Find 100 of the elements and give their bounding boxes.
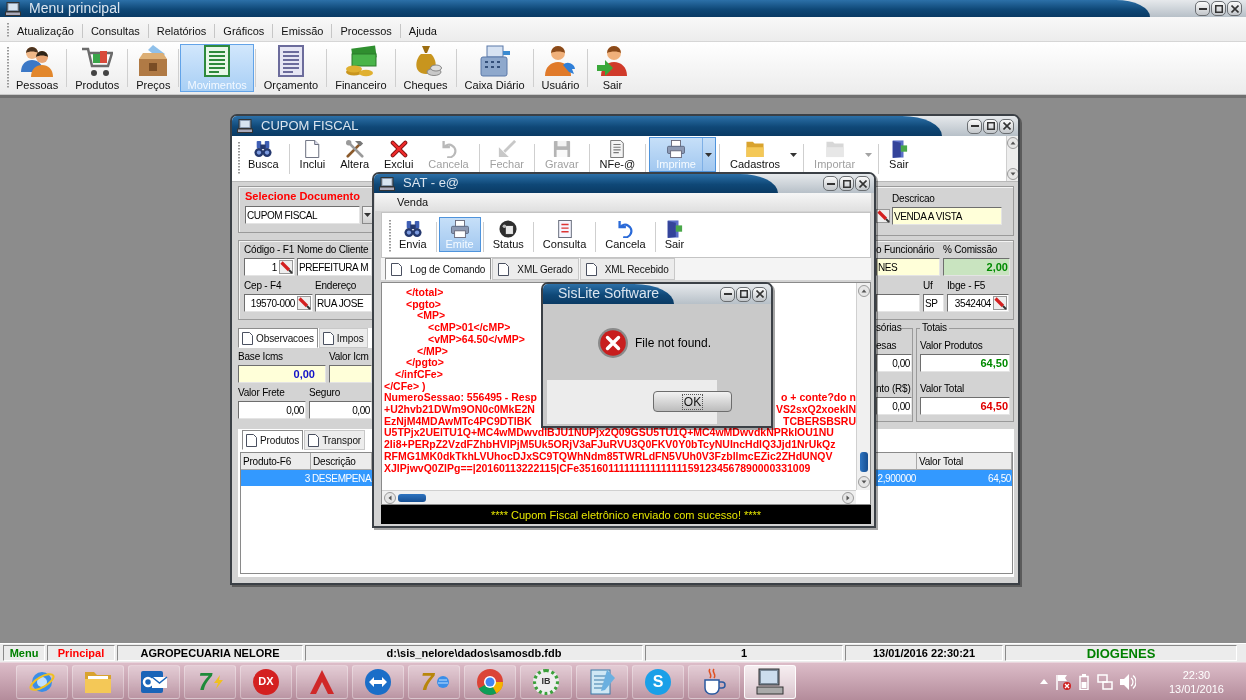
log-line: <MP> (417, 310, 445, 323)
log-line: U5TPjx2UElTU1Q+MC4wMDwvdlBJU1NUPjx2Q09GSU5TU1Q+MC4wMDwvdkNPRklOU1NU (384, 427, 834, 440)
box-icon (137, 44, 170, 77)
taskbar-button[interactable] (744, 664, 796, 699)
close-button[interactable] (752, 286, 767, 302)
log-line: TCBERSBSRU (783, 415, 856, 428)
toolbar-button[interactable]: Preços (129, 44, 178, 92)
toolbar-button[interactable]: Status (485, 217, 531, 252)
arrow-left-icon[interactable] (384, 491, 396, 504)
input-field[interactable]: 64,50 (920, 354, 1010, 372)
tab[interactable]: XML Recebido (579, 258, 675, 280)
tab[interactable]: XML Gerado (492, 258, 579, 280)
column-header[interactable]: Produto-F6 (241, 453, 311, 469)
pen-icon[interactable] (279, 260, 293, 274)
taskbar-button[interactable] (296, 664, 348, 699)
close-button[interactable] (855, 176, 870, 191)
page-icon (585, 262, 597, 276)
minimize-button[interactable] (967, 118, 982, 134)
menu-item[interactable]: Consultas (82, 22, 148, 39)
toolbar-button[interactable]: Altera (333, 137, 376, 172)
input-field[interactable]: 0,00 (876, 397, 912, 415)
input-field[interactable]: 0,00 (238, 365, 326, 383)
toolbar-button[interactable]: Envia (392, 217, 434, 252)
toolbar-button[interactable]: Cheques (396, 44, 455, 92)
pen-icon[interactable] (993, 296, 1007, 310)
menu-item[interactable]: Relatórios (148, 22, 215, 39)
maximize-button[interactable] (736, 286, 751, 302)
arrow-down-icon[interactable] (857, 476, 870, 488)
close-button[interactable] (999, 118, 1014, 134)
vertical-scrollbar[interactable] (1006, 136, 1018, 181)
input-field[interactable]: 19570-000 (244, 294, 313, 312)
toolbar-button[interactable]: Usuário (534, 44, 587, 92)
dropdown-button[interactable] (362, 206, 372, 224)
toolbar-button[interactable]: Financeiro (328, 44, 394, 92)
input-field[interactable]: SP (923, 294, 944, 312)
input-field[interactable]: 0,00 (238, 401, 306, 419)
toolbar-button[interactable]: Produtos (68, 44, 127, 92)
toolbar-button[interactable]: Pessoas (9, 44, 66, 92)
menu-item[interactable]: Processos (332, 22, 400, 39)
tab[interactable]: Produtos (242, 430, 304, 450)
arrow-right-icon[interactable] (842, 491, 854, 504)
arrow-up-icon[interactable] (857, 285, 870, 297)
input-field[interactable]: 1 (244, 258, 295, 276)
tab[interactable]: Transpor (304, 430, 366, 450)
minimize-button[interactable] (823, 176, 838, 191)
column-header[interactable]: Valor Total (917, 453, 1012, 469)
close-button[interactable] (1227, 1, 1242, 16)
taskbar-button[interactable] (688, 664, 740, 699)
toolbar-button[interactable]: Busca (241, 137, 286, 172)
input-field[interactable] (329, 365, 372, 383)
scrollbar-thumb[interactable] (398, 493, 426, 502)
menu-item[interactable]: Ajuda (400, 22, 445, 39)
minimize-button[interactable] (720, 286, 735, 302)
input-field[interactable]: 0,00 (876, 354, 912, 372)
toolbar-button[interactable]: Cancela (598, 217, 653, 252)
toolbar-button[interactable]: Cadastros (722, 137, 801, 172)
toolbar-button[interactable]: Exclui (377, 137, 421, 172)
arrow-down-icon[interactable] (1006, 168, 1018, 180)
input-field[interactable]: RUA JOSE (315, 294, 372, 312)
flag-icon[interactable] (1054, 673, 1071, 690)
menu-item[interactable]: Gráficos (215, 22, 273, 39)
taskbar-button[interactable]: IB (520, 664, 572, 699)
ok-button[interactable]: OK (653, 391, 732, 412)
taskbar-button[interactable] (128, 664, 180, 699)
toolbar-button[interactable]: Sair (589, 44, 636, 92)
menu-item[interactable]: Atualização (9, 22, 82, 39)
caret-icon (364, 213, 371, 217)
input-field[interactable] (876, 294, 920, 312)
maximize-button[interactable] (983, 118, 998, 134)
input-field[interactable]: 3542404 (947, 294, 1009, 312)
dropdown-field[interactable]: CUPOM FISCAL (245, 206, 360, 224)
input-field[interactable]: 0,00 (309, 401, 372, 419)
tab[interactable]: Log de Comando (385, 258, 492, 280)
menu-item[interactable]: Venda (389, 194, 437, 210)
maximize-button[interactable] (1211, 1, 1226, 16)
taskbar-button[interactable] (352, 664, 404, 699)
taskbar-button[interactable]: DX (240, 664, 292, 699)
pen-icon[interactable] (876, 209, 890, 223)
minimize-button[interactable] (1195, 1, 1210, 16)
input-field[interactable]: PREFEITURA M (297, 258, 372, 276)
taskbar-button[interactable] (464, 664, 516, 699)
toolbar-button[interactable]: Sair (882, 137, 916, 172)
maximize-button[interactable] (839, 176, 854, 191)
input-field[interactable]: VENDA A VISTA (892, 207, 1002, 225)
horizontal-scrollbar[interactable] (382, 490, 856, 504)
arrow-up-icon[interactable] (1006, 137, 1018, 149)
menu-item[interactable]: Emissão (273, 22, 332, 39)
toolbar-button[interactable]: Orçamento (256, 44, 326, 92)
toolbar-button[interactable]: Caixa Diário (457, 44, 532, 92)
pen-icon[interactable] (297, 296, 311, 310)
toolbar-button[interactable]: Sair (657, 217, 692, 252)
toolbar-button[interactable]: NFe-@ (592, 137, 643, 172)
input-field[interactable]: NES (876, 258, 940, 276)
tab[interactable]: Observacoes (238, 328, 318, 348)
input-field[interactable]: 64,50 (920, 397, 1010, 415)
vertical-scrollbar[interactable] (856, 283, 870, 490)
toolbar-button[interactable]: Consulta (535, 217, 594, 252)
tab[interactable]: Impos (318, 328, 368, 348)
toolbar-button[interactable]: Inclui (292, 137, 333, 172)
scrollbar-thumb[interactable] (859, 452, 868, 472)
